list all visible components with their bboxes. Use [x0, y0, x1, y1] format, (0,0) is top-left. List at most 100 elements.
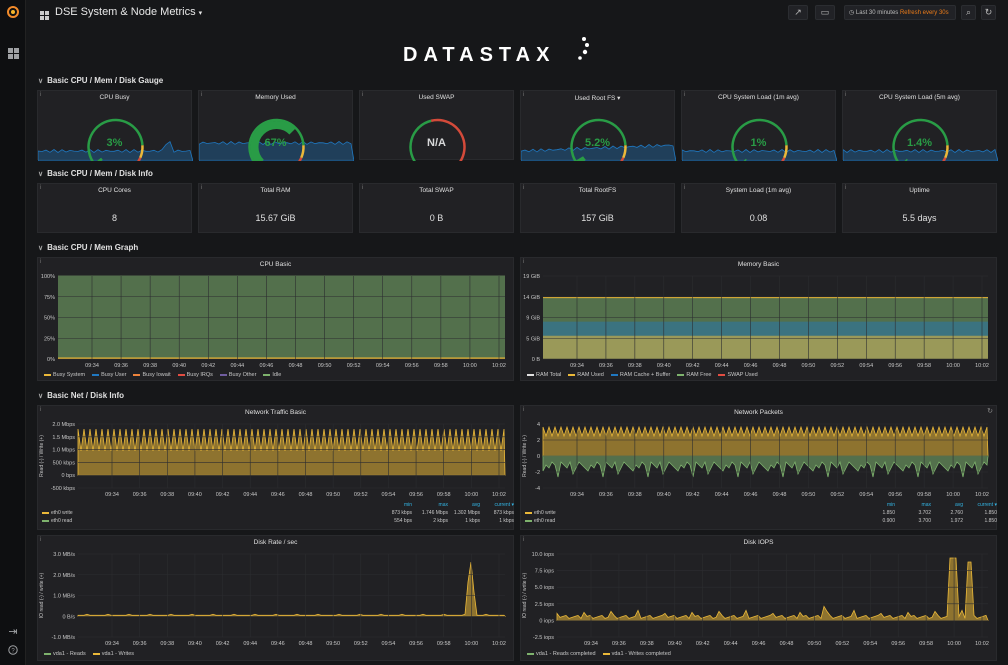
legend-item[interactable]: Busy System [44, 372, 85, 378]
legend-item[interactable]: vda1 - Writes completed [602, 651, 671, 657]
stat-panel[interactable]: i Total SWAP 0 B [359, 183, 514, 233]
gauge-panel[interactable]: i Used SWAP N/A [359, 90, 514, 161]
legend-item[interactable]: Busy Iowait [133, 372, 171, 378]
vda1-writes-area [77, 561, 506, 617]
gauge-panel[interactable]: i CPU System Load (1m avg) 1% [681, 90, 837, 161]
dashboard-title[interactable]: DSE System & Node Metrics ▾ [55, 6, 202, 18]
legend-label: RAM Free [686, 372, 712, 378]
legend-table-row[interactable]: eth0 read 554 bps 2 kbps 1 kbps 1 kbps [42, 518, 514, 526]
legend-item[interactable]: Busy Other [219, 372, 256, 378]
legend-item[interactable]: vda1 - Writes [92, 651, 134, 657]
cpu-basic-panel[interactable]: i CPU Basic 100% 75% 50% 25% 0% 09:34 09:36 09:… [37, 257, 514, 381]
legend-item[interactable]: Busy User [92, 372, 126, 378]
legend-column-header[interactable]: min [887, 502, 895, 508]
gauge-panel[interactable]: i Memory Used 67% [198, 90, 354, 161]
x-tick-label: 09:40 [188, 641, 202, 647]
x-tick-label: 10:00 [946, 492, 960, 498]
panel-title: CPU Cores [98, 187, 131, 194]
row-title-graph[interactable]: ∨ Basic CPU / Mem Graph [38, 243, 138, 252]
stat-panel[interactable]: i CPU Cores 8 [37, 183, 192, 233]
x-tick-label: 09:44 [230, 363, 244, 369]
legend-swatch [602, 652, 610, 655]
legend-value-avg: 1 kbps [465, 518, 480, 524]
stat-panel[interactable]: i Total RAM 15.67 GiB [198, 183, 353, 233]
x-tick-label: 09:34 [584, 641, 598, 647]
row-title-gauge[interactable]: ∨ Basic CPU / Mem / Disk Gauge [38, 76, 163, 85]
legend-item[interactable]: Idle [263, 372, 281, 378]
search-icon: ⌕ [965, 7, 972, 17]
legend-column-header[interactable]: max [439, 502, 448, 508]
gauge-panel[interactable]: i CPU Busy 3% [37, 90, 193, 161]
network-packets-panel[interactable]: i Network Packets ↻ 4 2 0 -2 -4 09:34 09:36 09:… [520, 405, 997, 530]
stat-panel[interactable]: i System Load (1m avg) 0.08 [681, 183, 836, 233]
x-tick-label: 09:40 [668, 641, 682, 647]
y-tick-label: 5.0 iops [535, 585, 555, 591]
legend-column-header[interactable]: min [404, 502, 412, 508]
row-title-net[interactable]: ∨ Basic Net / Disk Info [38, 391, 124, 400]
share-button[interactable]: ↗ [788, 5, 808, 20]
x-tick-label: 09:48 [299, 492, 313, 498]
legend-table-row[interactable]: eth0 write 873 kbps 1.746 Mbps 1.302 Mbps 87… [42, 510, 514, 518]
legend-column-header[interactable]: max [922, 502, 931, 508]
y-tick-label: 0 B [532, 357, 541, 363]
time-picker-button[interactable]: ◷ Last 30 minutes Refresh every 30s [844, 5, 956, 20]
sign-in-icon[interactable]: ⇥ [0, 625, 26, 639]
x-tick-label: 09:42 [686, 492, 700, 498]
gauge-value-arc [96, 157, 103, 161]
legend-label: SWAP Used [727, 372, 758, 378]
x-tick-label: 09:54 [859, 363, 873, 369]
gauge-panel[interactable]: i Used Root FS ▾ 5.2% [520, 90, 676, 161]
legend-value-min: 554 bps [394, 518, 412, 524]
zoom-out-button[interactable]: ⌕ [961, 5, 976, 20]
legend-item[interactable]: RAM Cache + Buffer [610, 372, 670, 378]
legend-item[interactable]: Busy IRQs [177, 372, 213, 378]
stat-panel[interactable]: i Uptime 5.5 days [842, 183, 997, 233]
tv-mode-button[interactable]: ▭ [815, 5, 835, 20]
panel-title: Network Traffic Basic [245, 409, 306, 416]
network-traffic-panel[interactable]: i Network Traffic Basic 2.0 Mbps 1.5 Mbps… [37, 405, 514, 530]
refresh-button[interactable]: ↻ [981, 5, 996, 20]
legend-column-header[interactable]: current ▾ [495, 502, 514, 508]
disk-iops-panel[interactable]: i Disk IOPS 10.0 iops 7.5 iops 5.0 iops 2.5… [520, 535, 997, 661]
legend-label: eth0 write [51, 510, 73, 516]
row-title-info[interactable]: ∨ Basic CPU / Mem / Disk Info [38, 169, 153, 178]
eth0-write-area [77, 428, 506, 476]
stat-value: 8 [111, 213, 117, 223]
legend-item[interactable]: RAM Used [568, 372, 604, 378]
x-tick-label: 09:36 [133, 641, 147, 647]
gauge-value-arc [576, 156, 586, 161]
legend-item[interactable]: SWAP Used [718, 372, 758, 378]
disk-rate-panel[interactable]: i Disk Rate / sec 3.0 MB/s 2.0 MB/s 1.0 MB… [37, 535, 514, 661]
gauge-graph [682, 118, 837, 161]
x-tick-label: 09:46 [271, 641, 285, 647]
legend-item[interactable]: vda1 - Reads completed [527, 651, 596, 657]
y-tick-label: 14 GiB [523, 295, 540, 301]
legend-column-header[interactable]: current ▾ [978, 502, 997, 508]
gauge-panel[interactable]: i CPU System Load (5m avg) 1.4% [842, 90, 998, 161]
stat-panel[interactable]: i Total RootFS 157 GiB [520, 183, 675, 233]
legend-swatch [677, 373, 685, 376]
legend-table-row[interactable]: eth0 write 1.850 3.702 2.760 1.850 [525, 510, 997, 518]
x-tick-label: 09:52 [830, 492, 844, 498]
grafana-logo-icon[interactable] [0, 5, 26, 23]
legend-column-header[interactable]: avg [472, 502, 480, 508]
y-tick-label: 500 kbps [53, 460, 76, 466]
share-icon: ↗ [794, 7, 802, 17]
legend-item[interactable]: RAM Total [527, 372, 561, 378]
legend-column-header[interactable]: avg [955, 502, 963, 508]
row-title-text: Basic Net / Disk Info [47, 391, 125, 400]
help-icon[interactable]: ? [0, 645, 26, 659]
legend-item[interactable]: RAM Free [677, 372, 711, 378]
sparkline [682, 149, 837, 161]
stat-value: 5.5 days [902, 213, 937, 223]
network-packets-legend-table: min max avg current ▾ eth0 write 1.850 3.702 2.… [525, 502, 997, 526]
dashboards-icon[interactable] [0, 48, 26, 63]
legend-label: vda1 - Reads completed [536, 651, 596, 657]
x-tick-label: 10:00 [463, 363, 477, 369]
legend-swatch [133, 373, 141, 376]
legend-table-row[interactable]: eth0 read 0.900 3.700 1.972 1.850 [525, 518, 997, 526]
x-tick-label: 10:00 [947, 641, 961, 647]
eth0-write-area [542, 425, 989, 457]
memory-basic-panel[interactable]: i Memory Basic 19 GiB 14 GiB 9 GiB 5 GiB 0 B… [520, 257, 997, 381]
legend-item[interactable]: vda1 - Reads [44, 651, 86, 657]
